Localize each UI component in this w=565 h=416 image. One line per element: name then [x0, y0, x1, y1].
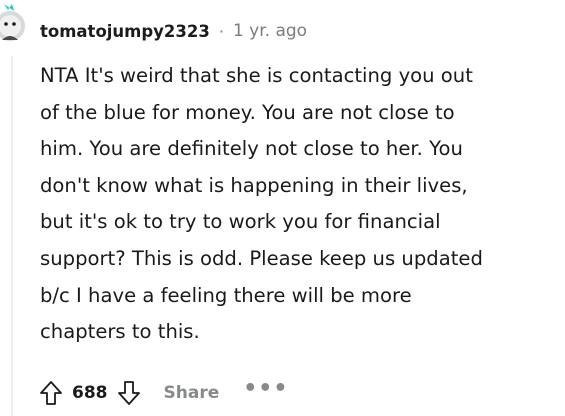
more-options-button[interactable]: •••	[243, 376, 288, 401]
comment-actions: 688 Share •••	[36, 375, 288, 411]
avatar-icon	[0, 4, 25, 41]
meta-separator: ·	[218, 21, 224, 41]
downvote-button[interactable]	[114, 377, 144, 409]
share-button[interactable]: Share	[164, 383, 220, 403]
upvote-button[interactable]	[36, 377, 66, 409]
user-avatar[interactable]	[0, 2, 28, 46]
arrow-up-outline-icon	[40, 381, 62, 405]
vote-score: 688	[72, 383, 108, 403]
arrow-down-outline-icon	[117, 381, 140, 405]
comment-body: NTA It's weird that she is contacting yo…	[40, 64, 483, 344]
thread-line[interactable]	[11, 56, 13, 416]
comment-timestamp[interactable]: 1 yr. ago	[233, 21, 307, 41]
comment-header: tomatojumpy2323 · 1 yr. ago	[40, 18, 307, 44]
username-link[interactable]: tomatojumpy2323	[40, 22, 210, 41]
